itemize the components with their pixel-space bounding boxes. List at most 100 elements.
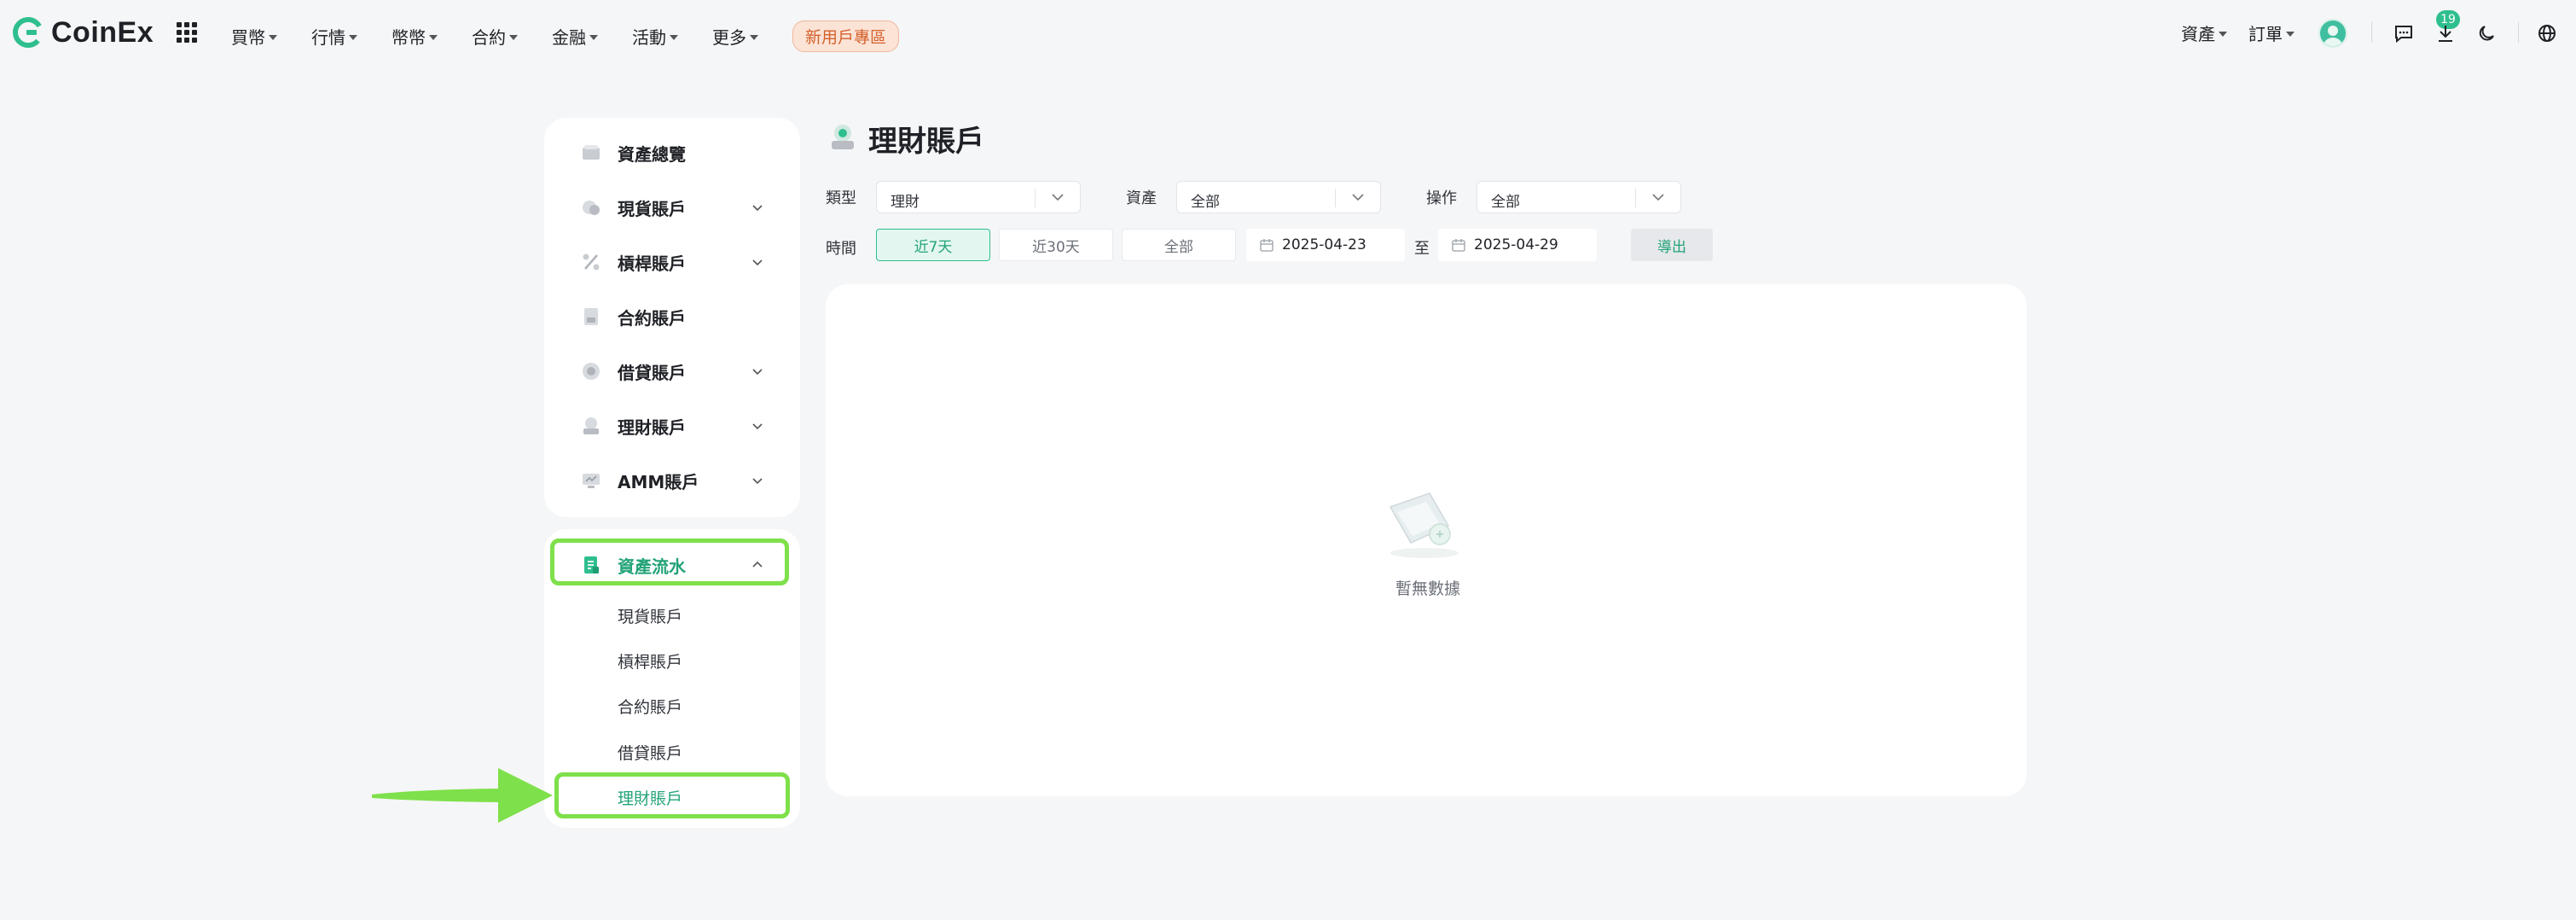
download-icon[interactable] bbox=[2433, 20, 2458, 46]
select-divider bbox=[1035, 189, 1036, 207]
history-sub-item-loan[interactable]: 借貸賬戶 bbox=[618, 741, 682, 764]
chevron-down-icon bbox=[1052, 194, 1064, 201]
empty-state-text: 暫無數據 bbox=[1395, 579, 1461, 598]
brand-name: CoinEx bbox=[51, 15, 154, 49]
start-date-value: 2025-04-23 bbox=[1282, 236, 1366, 253]
sidebar-item-spot-account[interactable]: 現貨賬戶 bbox=[544, 184, 800, 230]
nav-futures[interactable]: 合約 bbox=[472, 24, 518, 49]
nav-label: 合約 bbox=[472, 27, 506, 48]
chevron-down-icon bbox=[509, 34, 518, 40]
top-navigation: CoinEx 買幣 行情 幣幣 合約 金融 活動 更多 新用戶專區 資產 訂單 … bbox=[0, 0, 2576, 65]
time-filter-label: 時間 bbox=[826, 240, 856, 258]
chevron-down-icon bbox=[750, 34, 758, 40]
coinex-logo[interactable]: CoinEx bbox=[12, 15, 154, 49]
start-date-picker[interactable]: 2025-04-23 bbox=[1246, 229, 1405, 261]
nav-label: 更多 bbox=[712, 27, 746, 48]
orders-menu[interactable]: 訂單 bbox=[2248, 20, 2295, 45]
language-globe-icon[interactable] bbox=[2534, 20, 2560, 46]
sidebar-item-label: 槓桿賬戶 bbox=[618, 253, 686, 274]
pointer-arrow-icon bbox=[372, 768, 553, 823]
nav-label: 買幣 bbox=[231, 27, 265, 48]
select-divider bbox=[1635, 189, 1636, 207]
empty-state-icon bbox=[1389, 492, 1459, 558]
futures-icon bbox=[580, 306, 602, 328]
nav-label: 金融 bbox=[552, 27, 586, 48]
spot-icon bbox=[580, 196, 602, 218]
message-icon[interactable] bbox=[2391, 20, 2416, 46]
assets-label: 資產 bbox=[2181, 24, 2215, 44]
action-filter-label: 操作 bbox=[1426, 189, 1457, 207]
chevron-down-icon bbox=[752, 478, 763, 485]
chevron-down-icon bbox=[1352, 194, 1364, 201]
coinex-logo-icon bbox=[13, 17, 44, 48]
history-sub-item-margin[interactable]: 槓桿賬戶 bbox=[618, 649, 682, 673]
sidebar-item-label: 借貸賬戶 bbox=[618, 362, 686, 383]
chevron-down-icon bbox=[2219, 31, 2227, 37]
type-filter-label: 類型 bbox=[826, 189, 856, 207]
chevron-down-icon bbox=[2286, 31, 2295, 37]
divider bbox=[2518, 22, 2519, 43]
new-user-zone-button[interactable]: 新用戶專區 bbox=[792, 20, 900, 52]
chevron-down-icon bbox=[752, 259, 763, 266]
nav-buy-crypto[interactable]: 買幣 bbox=[231, 24, 277, 49]
apps-grid-icon[interactable] bbox=[177, 22, 197, 43]
sidebar-item-asset-overview[interactable]: 資產總覽 bbox=[544, 130, 800, 176]
user-avatar[interactable] bbox=[2318, 19, 2347, 48]
sidebar-item-label: 理財賬戶 bbox=[618, 416, 686, 438]
asset-select[interactable]: 全部 bbox=[1176, 181, 1381, 213]
assets-menu[interactable]: 資產 bbox=[2181, 20, 2227, 45]
main-menu: 買幣 行情 幣幣 合約 金融 活動 更多 新用戶專區 bbox=[231, 20, 900, 52]
history-sub-item-spot[interactable]: 現貨賬戶 bbox=[618, 604, 682, 627]
chevron-down-icon bbox=[752, 423, 763, 430]
time-option-all[interactable]: 全部 bbox=[1122, 229, 1236, 261]
highlight-asset-history bbox=[550, 539, 789, 585]
chevron-down-icon bbox=[752, 369, 763, 376]
action-select[interactable]: 全部 bbox=[1477, 181, 1681, 213]
end-date-picker[interactable]: 2025-04-29 bbox=[1438, 229, 1597, 261]
nav-more[interactable]: 更多 bbox=[712, 24, 758, 49]
date-range-to-label: 至 bbox=[1414, 240, 1430, 258]
sidebar-item-label: AMM賬戶 bbox=[618, 471, 699, 492]
orders-label: 訂單 bbox=[2248, 24, 2283, 44]
loan-icon bbox=[580, 360, 602, 382]
sidebar-item-label: 現貨賬戶 bbox=[618, 198, 686, 219]
nav-activities[interactable]: 活動 bbox=[632, 24, 678, 49]
chevron-down-icon bbox=[1652, 194, 1664, 201]
nav-finance[interactable]: 金融 bbox=[552, 24, 598, 49]
nav-markets[interactable]: 行情 bbox=[311, 24, 357, 49]
sidebar-item-financial-account[interactable]: 理財賬戶 bbox=[544, 403, 800, 449]
chevron-down-icon bbox=[752, 205, 763, 212]
chevron-down-icon bbox=[670, 34, 678, 40]
financial-icon bbox=[580, 415, 602, 437]
sidebar-item-margin-account[interactable]: 槓桿賬戶 bbox=[544, 239, 800, 285]
divider bbox=[2371, 22, 2372, 43]
nav-spot[interactable]: 幣幣 bbox=[392, 24, 438, 49]
highlight-financial-sub-item bbox=[554, 772, 790, 818]
sidebar-item-futures-account[interactable]: 合約賬戶 bbox=[544, 294, 800, 340]
select-divider bbox=[1335, 189, 1336, 207]
nav-label: 行情 bbox=[311, 27, 345, 48]
sidebar-item-amm-account[interactable]: AMM賬戶 bbox=[544, 457, 800, 504]
nav-label: 幣幣 bbox=[392, 27, 426, 48]
type-select[interactable]: 理財 bbox=[876, 181, 1081, 213]
sidebar-item-label: 合約賬戶 bbox=[618, 307, 686, 329]
margin-icon bbox=[580, 251, 602, 273]
action-select-value: 全部 bbox=[1491, 194, 1520, 211]
nav-label: 活動 bbox=[632, 27, 666, 48]
page-title: 理財賬戶 bbox=[868, 125, 984, 159]
sidebar-item-label: 資產總覽 bbox=[618, 143, 686, 165]
export-button[interactable]: 導出 bbox=[1631, 229, 1713, 261]
dark-mode-icon[interactable] bbox=[2474, 20, 2499, 46]
asset-filter-label: 資產 bbox=[1126, 189, 1157, 207]
chevron-down-icon bbox=[269, 34, 277, 40]
type-select-value: 理財 bbox=[891, 194, 920, 211]
end-date-value: 2025-04-29 bbox=[1474, 236, 1558, 253]
chevron-down-icon bbox=[349, 34, 357, 40]
amm-icon bbox=[580, 469, 602, 492]
calendar-icon bbox=[1260, 239, 1273, 252]
time-option-7d[interactable]: 近7天 bbox=[876, 229, 990, 261]
time-option-30d[interactable]: 近30天 bbox=[999, 229, 1113, 261]
sidebar-item-loan-account[interactable]: 借貸賬戶 bbox=[544, 348, 800, 394]
asset-select-value: 全部 bbox=[1191, 194, 1220, 211]
history-sub-item-futures[interactable]: 合約賬戶 bbox=[618, 695, 682, 718]
